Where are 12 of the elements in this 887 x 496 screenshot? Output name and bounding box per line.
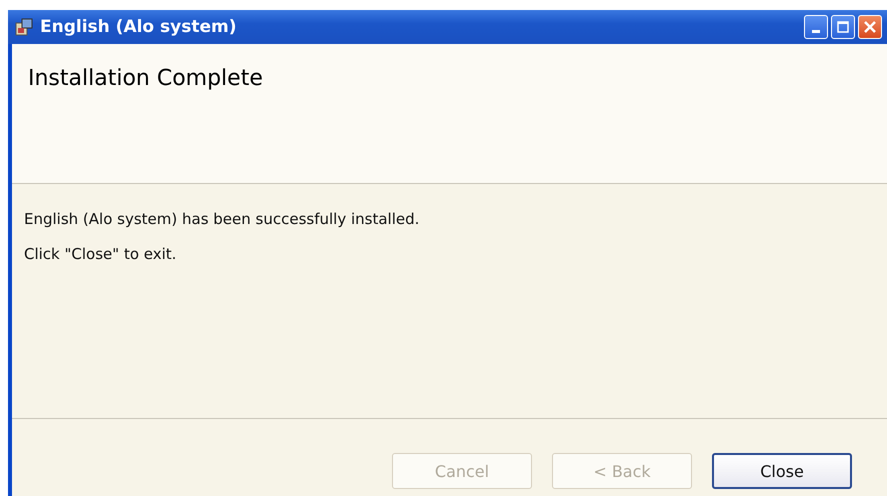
window-title: English (Alo system) (40, 17, 236, 37)
message-text: English (Alo system) has been successfully installed. (24, 210, 420, 228)
maximize-icon (837, 21, 849, 33)
close-icon (863, 20, 877, 34)
dialog-button[interactable]: Close (712, 453, 852, 489)
installer-icon (14, 17, 34, 37)
close-button[interactable] (858, 15, 882, 39)
header-title: Installation Complete (28, 66, 263, 91)
maximize-button[interactable] (831, 15, 855, 39)
message-text: Click "Close" to exit. (24, 245, 178, 263)
minimize-icon (812, 30, 820, 32)
minimize-button[interactable] (804, 15, 828, 39)
